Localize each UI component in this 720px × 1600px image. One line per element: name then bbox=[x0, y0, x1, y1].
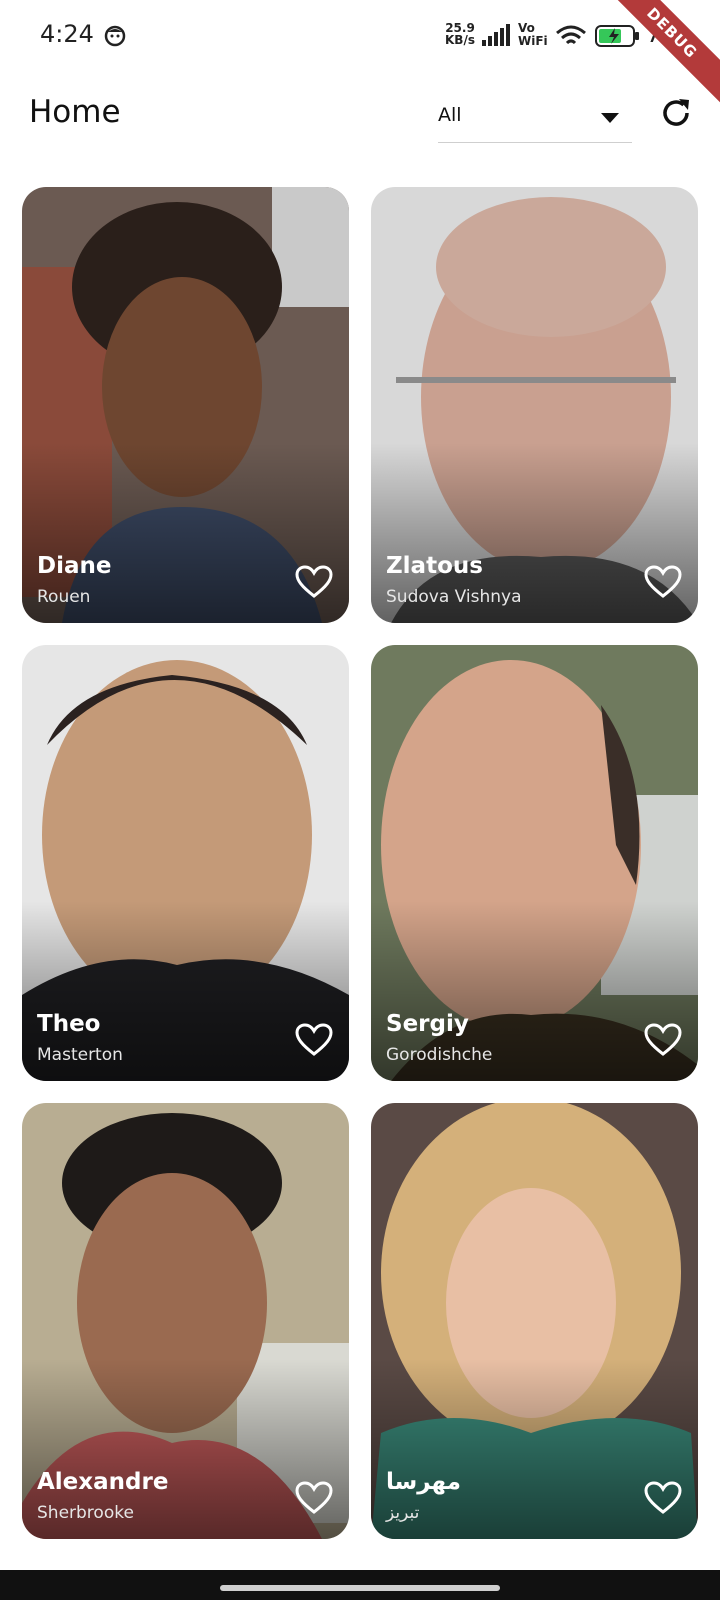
profile-name: مهرسا bbox=[386, 1469, 461, 1495]
refresh-icon[interactable] bbox=[659, 96, 693, 130]
profile-city: Gorodishche bbox=[386, 1045, 493, 1065]
wifi-icon bbox=[556, 25, 586, 45]
profile-name: Diane bbox=[37, 553, 112, 579]
heart-icon[interactable] bbox=[295, 565, 333, 599]
profile-name: Zlatous bbox=[386, 553, 483, 579]
network-speed: 25.9 KB/s bbox=[445, 21, 475, 47]
profile-city: Sudova Vishnya bbox=[386, 587, 522, 607]
status-time: 4:24 bbox=[40, 20, 94, 48]
profile-name: Alexandre bbox=[37, 1469, 169, 1495]
profile-card[interactable]: مهرسا تبریز bbox=[371, 1103, 698, 1539]
filter-selected-value: All bbox=[438, 104, 462, 126]
app-bar: Home All bbox=[0, 72, 720, 172]
profile-card[interactable]: Alexandre Sherbrooke bbox=[22, 1103, 349, 1539]
heart-icon[interactable] bbox=[644, 1481, 682, 1515]
profile-name: Theo bbox=[37, 1011, 101, 1037]
heart-icon[interactable] bbox=[644, 1023, 682, 1057]
battery-icon bbox=[595, 25, 639, 47]
heart-icon[interactable] bbox=[644, 565, 682, 599]
profile-card[interactable]: Theo Masterton bbox=[22, 645, 349, 1081]
profile-city: Sherbrooke bbox=[37, 1503, 134, 1523]
cellular-signal-icon bbox=[482, 24, 510, 46]
profile-name: Sergiy bbox=[386, 1011, 469, 1037]
profile-city: Masterton bbox=[37, 1045, 123, 1065]
profile-card[interactable]: Zlatous Sudova Vishnya bbox=[371, 187, 698, 623]
profile-city: تبریز bbox=[386, 1503, 420, 1523]
status-bar: 4:24 25.9 KB/s Vo WiFi 71 DEBUG bbox=[0, 0, 720, 115]
home-gesture-handle[interactable] bbox=[220, 1585, 500, 1591]
heart-icon[interactable] bbox=[295, 1481, 333, 1515]
page-title: Home bbox=[29, 94, 121, 130]
profile-card[interactable]: Sergiy Gorodishche bbox=[371, 645, 698, 1081]
heart-icon[interactable] bbox=[295, 1023, 333, 1057]
notification-face-icon bbox=[104, 25, 126, 47]
system-nav-bar bbox=[0, 1570, 720, 1600]
caret-down-icon bbox=[601, 113, 619, 123]
profile-city: Rouen bbox=[37, 587, 91, 607]
vowifi-indicator: Vo WiFi bbox=[518, 21, 548, 48]
filter-dropdown[interactable]: All bbox=[438, 96, 632, 143]
profile-card[interactable]: Diane Rouen bbox=[22, 187, 349, 623]
